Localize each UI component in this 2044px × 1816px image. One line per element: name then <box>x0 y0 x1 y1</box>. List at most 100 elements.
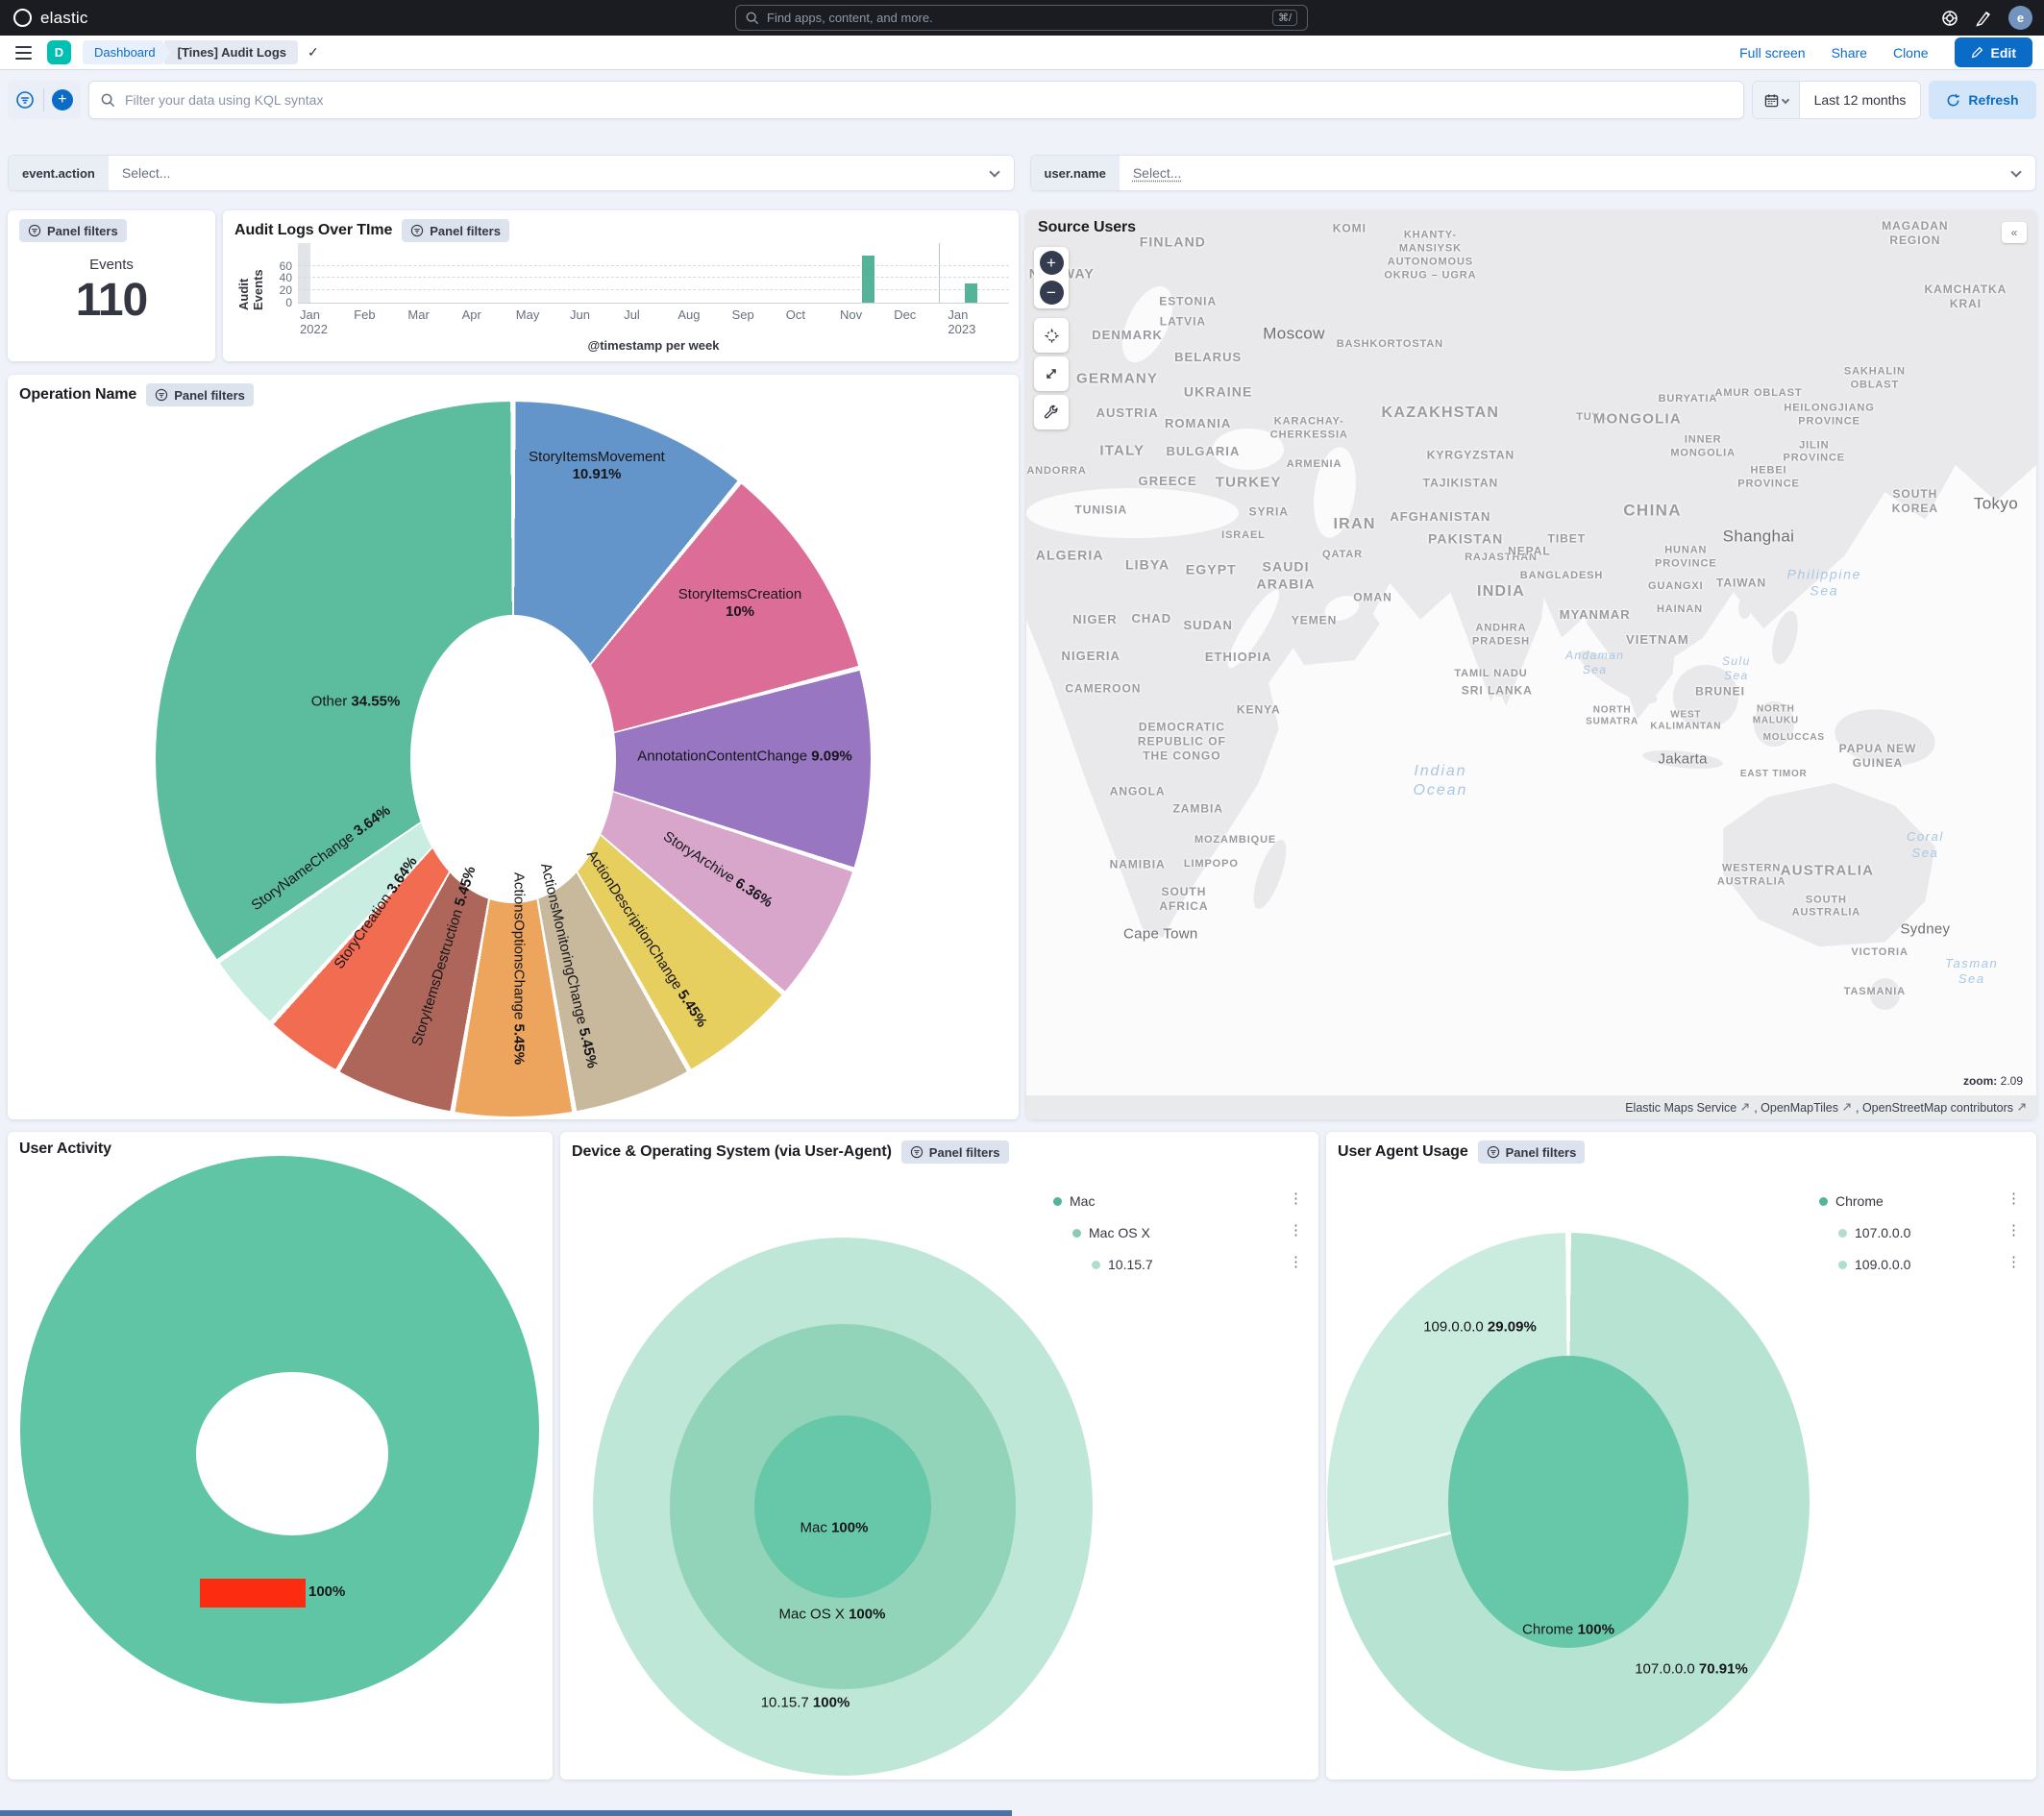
x-axis-title: @timestamp per week <box>298 338 1009 353</box>
legend-item[interactable]: Mac OS X <box>1072 1225 1150 1240</box>
filter-button-group: + <box>8 81 81 119</box>
set-view-control[interactable] <box>1034 318 1069 353</box>
mediterranean-sea <box>1026 488 1239 538</box>
map-country-label: KARACHAY- CHERKESSIA <box>1270 415 1348 442</box>
query-bar: + Last 12 months Refresh <box>8 81 2036 119</box>
panel-title: Device & Operating System (via User-Agen… <box>572 1143 892 1161</box>
scrollbar-strip[interactable] <box>0 1810 1012 1816</box>
map-sea-label: Tasman Sea <box>1945 956 1998 988</box>
bar[interactable] <box>862 256 874 303</box>
full-screen-link[interactable]: Full screen <box>1739 45 1805 61</box>
share-link[interactable]: Share <box>1832 45 1867 61</box>
legend-menu-icon[interactable]: ⋮ <box>2007 1191 2021 1206</box>
bar-chart-plot-area[interactable] <box>298 243 1009 304</box>
map-country-label: AMUR OBLAST <box>1714 387 1802 401</box>
slice-label: Other 34.55% <box>311 694 401 710</box>
panel-filters-badge[interactable]: Panel filters <box>402 219 509 242</box>
panel-filters-badge[interactable]: Panel filters <box>1478 1141 1586 1164</box>
breadcrumb-dashboard[interactable]: Dashboard <box>83 40 171 64</box>
panel-filters-badge[interactable]: Panel filters <box>146 383 254 406</box>
map-country-label: JILIN PROVINCE <box>1784 439 1846 466</box>
filter-circle-icon <box>410 224 424 237</box>
global-search-input[interactable]: Find apps, content, and more. ⌘/ <box>735 5 1308 31</box>
saved-check-icon[interactable]: ✓ <box>308 44 319 61</box>
clone-link[interactable]: Clone <box>1893 45 1929 61</box>
donut-hole <box>196 1372 388 1535</box>
elastic-logo[interactable]: elastic <box>13 9 88 28</box>
map-country-label: KYRGYZSTAN <box>1427 449 1515 463</box>
x-tick-label: Oct <box>786 307 805 322</box>
map-country-label: KENYA <box>1237 703 1281 718</box>
menu-icon[interactable] <box>12 42 36 63</box>
sunburst-inner-ring[interactable] <box>1448 1356 1688 1648</box>
sunburst-inner-ring[interactable] <box>754 1415 931 1598</box>
map-city-label: Cape Town <box>1123 926 1197 945</box>
map-layers-toggle[interactable]: « <box>2002 222 2027 243</box>
map-country-label: ARMENIA <box>1287 458 1342 472</box>
calendar-button[interactable] <box>1753 82 1800 118</box>
attribution-link[interactable]: Elastic Maps Service <box>1625 1101 1736 1115</box>
slice-label: ActionsOptionsChange 5.45% <box>511 872 528 1065</box>
panel-filters-badge[interactable]: Panel filters <box>19 219 127 242</box>
kql-input[interactable] <box>125 92 1732 108</box>
legend-item[interactable]: 109.0.0.0 <box>1838 1257 1910 1272</box>
edit-button[interactable]: Edit <box>1955 37 2032 67</box>
map-settings-control[interactable] <box>1034 395 1069 429</box>
zoom-out-button[interactable]: − <box>1040 281 1064 305</box>
external-link-icon <box>2017 1101 2027 1115</box>
map-country-label: BASHKORTOSTAN <box>1337 338 1443 352</box>
map-country-label: MONGOLIA <box>1593 410 1682 429</box>
kql-search-bar[interactable] <box>88 81 1744 119</box>
map-country-label: AUSTRIA <box>1096 405 1159 421</box>
legend-menu-icon[interactable]: ⋮ <box>2007 1223 2021 1238</box>
external-link-icon <box>1842 1101 1852 1115</box>
map-city-label: Moscow <box>1263 323 1324 343</box>
legend-menu-icon[interactable]: ⋮ <box>1289 1255 1303 1269</box>
map-country-label: SYRIA <box>1248 505 1288 520</box>
legend-menu-icon[interactable]: ⋮ <box>2007 1255 2021 1269</box>
kibana-dashboard: elastic Find apps, content, and more. ⌘/… <box>0 0 2044 1816</box>
sunburst-label: Mac 100% <box>800 1520 869 1536</box>
event-action-value[interactable]: Select... <box>109 165 185 181</box>
filter-circle-icon[interactable] <box>15 90 35 110</box>
assistant-icon[interactable] <box>1975 10 1992 27</box>
attribution-link[interactable]: , OpenMapTiles <box>1754 1101 1838 1115</box>
legend-menu-icon[interactable]: ⋮ <box>1289 1223 1303 1238</box>
user-avatar[interactable]: e <box>2008 6 2032 30</box>
elastic-logo-text: elastic <box>40 9 88 28</box>
legend-item[interactable]: 107.0.0.0 <box>1838 1225 1910 1240</box>
external-link-icon <box>1740 1101 1750 1115</box>
event-action-control[interactable]: event.action Select... <box>8 155 1015 191</box>
map-country-label: BANGLADESH <box>1520 570 1603 583</box>
map-sea-label: Indian Ocean <box>1414 762 1468 800</box>
panel-filters-badge[interactable]: Panel filters <box>901 1141 1009 1164</box>
add-filter-icon[interactable]: + <box>52 89 73 110</box>
refresh-button[interactable]: Refresh <box>1929 81 2036 119</box>
expand-control[interactable] <box>1034 356 1069 391</box>
map-country-label: KAMCHATKA KRAI <box>1925 282 2007 311</box>
user-name-value[interactable]: Select... <box>1120 165 1195 181</box>
bar[interactable] <box>965 283 977 303</box>
map-attribution[interactable]: Elastic Maps Service , OpenMapTiles , Op… <box>1026 1095 2036 1119</box>
divider <box>43 88 44 111</box>
redaction-box <box>200 1579 306 1607</box>
user-name-control[interactable]: user.name Select... <box>1030 155 2037 191</box>
map-country-label: ZAMBIA <box>1172 802 1222 817</box>
user-activity-donut-chart[interactable] <box>20 1156 539 1704</box>
space-badge[interactable]: D <box>47 40 71 64</box>
map-sea-label: Philippine Sea <box>1787 566 1862 600</box>
map-country-label: ANDHRA PRADESH <box>1472 622 1530 649</box>
zoom-in-button[interactable]: + <box>1040 251 1064 275</box>
time-range-value[interactable]: Last 12 months <box>1800 82 1920 118</box>
map-country-label: PAKISTAN <box>1428 531 1503 549</box>
legend-item[interactable]: 10.15.7 <box>1092 1257 1153 1272</box>
legend-item[interactable]: Mac <box>1053 1193 1095 1209</box>
help-icon[interactable] <box>1941 10 1958 27</box>
legend-item[interactable]: Chrome <box>1819 1193 1884 1209</box>
legend-menu-icon[interactable]: ⋮ <box>1289 1191 1303 1206</box>
metric-value: 110 <box>8 274 215 327</box>
slice-label: AnnotationContentChange 9.09% <box>637 748 852 765</box>
attribution-link[interactable]: , OpenStreetMap contributors <box>1856 1101 2013 1115</box>
madagascar-island <box>1246 836 1293 912</box>
map-country-label: ESTONIA <box>1159 294 1217 308</box>
